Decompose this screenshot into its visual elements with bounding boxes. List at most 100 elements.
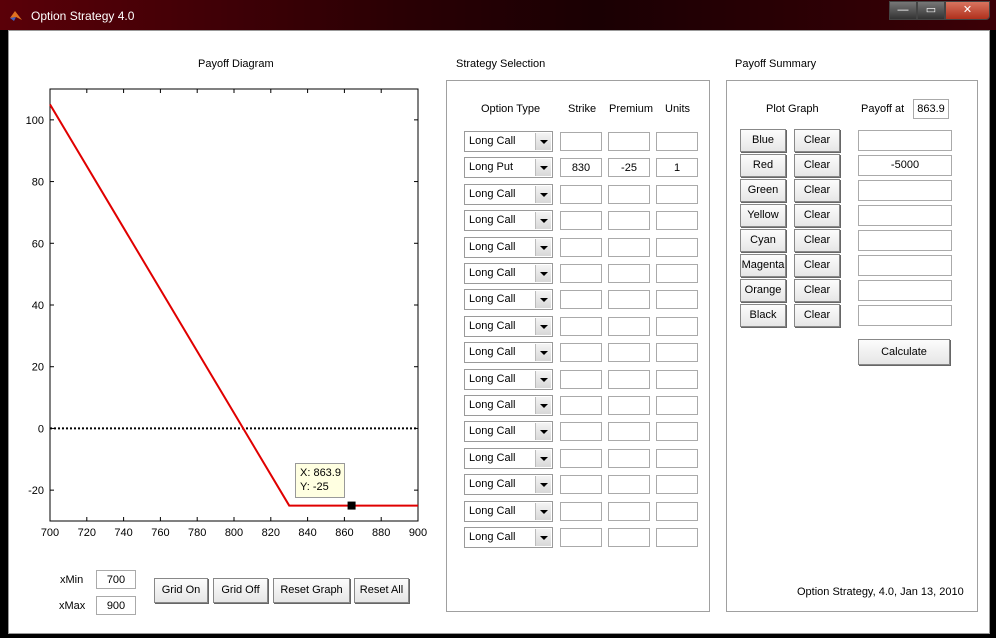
premium-input[interactable] bbox=[608, 132, 650, 151]
option-type-select[interactable]: Long Call bbox=[464, 395, 553, 416]
premium-input[interactable] bbox=[608, 528, 650, 547]
strike-input[interactable] bbox=[560, 528, 602, 547]
option-type-select[interactable]: Long Put bbox=[464, 157, 553, 179]
option-type-select[interactable]: Long Call bbox=[464, 368, 553, 390]
clear-cyan-button[interactable]: Clear bbox=[794, 229, 840, 252]
units-input[interactable] bbox=[656, 184, 698, 204]
dropdown-arrow-icon[interactable] bbox=[535, 317, 551, 335]
units-input[interactable] bbox=[656, 501, 698, 521]
premium-input[interactable] bbox=[608, 184, 650, 204]
units-input[interactable]: 1 bbox=[656, 158, 698, 178]
units-input[interactable] bbox=[656, 448, 698, 468]
units-input[interactable] bbox=[656, 211, 698, 231]
payoff-at-input[interactable]: 863.9 bbox=[913, 99, 949, 119]
clear-red-button[interactable]: Clear bbox=[794, 154, 840, 177]
clear-black-button[interactable]: Clear bbox=[794, 304, 840, 327]
dropdown-arrow-icon[interactable] bbox=[535, 370, 551, 388]
strike-input[interactable]: 830 bbox=[560, 158, 602, 178]
clear-blue-button[interactable]: Clear bbox=[794, 129, 840, 152]
units-input[interactable] bbox=[656, 528, 698, 547]
strike-input[interactable] bbox=[560, 501, 602, 521]
clear-orange-button[interactable]: Clear bbox=[794, 279, 840, 302]
dropdown-arrow-icon[interactable] bbox=[535, 159, 551, 177]
plot-black-button[interactable]: Black bbox=[740, 304, 786, 327]
option-type-select[interactable]: Long Call bbox=[464, 447, 553, 469]
strike-input[interactable] bbox=[560, 290, 602, 310]
grid-on-button[interactable]: Grid On bbox=[154, 578, 208, 603]
premium-input[interactable] bbox=[608, 237, 650, 257]
strike-input[interactable] bbox=[560, 422, 602, 442]
premium-input[interactable] bbox=[608, 501, 650, 521]
premium-input[interactable] bbox=[608, 211, 650, 231]
premium-input[interactable] bbox=[608, 343, 650, 363]
strike-input[interactable] bbox=[560, 132, 602, 151]
premium-input[interactable] bbox=[608, 475, 650, 495]
calculate-button[interactable]: Calculate bbox=[858, 339, 950, 365]
payoff-chart[interactable]: 700 720 740 760 780 800 820 840 860 880 900 100 80 60… bbox=[9, 76, 439, 546]
reset-graph-button[interactable]: Reset Graph bbox=[273, 578, 350, 603]
grid-off-button[interactable]: Grid Off bbox=[213, 578, 268, 603]
option-type-select[interactable]: Long Call bbox=[464, 131, 553, 152]
dropdown-arrow-icon[interactable] bbox=[535, 185, 551, 203]
strike-input[interactable] bbox=[560, 184, 602, 204]
units-input[interactable] bbox=[656, 343, 698, 363]
units-input[interactable] bbox=[656, 396, 698, 415]
xmax-input[interactable]: 900 bbox=[96, 596, 136, 615]
dropdown-arrow-icon[interactable] bbox=[535, 291, 551, 309]
dropdown-arrow-icon[interactable] bbox=[535, 449, 551, 467]
clear-green-button[interactable]: Clear bbox=[794, 179, 840, 202]
units-input[interactable] bbox=[656, 132, 698, 151]
dropdown-arrow-icon[interactable] bbox=[535, 212, 551, 230]
plot-yellow-button[interactable]: Yellow bbox=[740, 204, 786, 227]
strike-input[interactable] bbox=[560, 316, 602, 336]
strike-input[interactable] bbox=[560, 475, 602, 495]
dropdown-arrow-icon[interactable] bbox=[535, 238, 551, 256]
plot-cyan-button[interactable]: Cyan bbox=[740, 229, 786, 252]
dropdown-arrow-icon[interactable] bbox=[535, 397, 551, 414]
strike-input[interactable] bbox=[560, 448, 602, 468]
strike-input[interactable] bbox=[560, 237, 602, 257]
plot-orange-button[interactable]: Orange bbox=[740, 279, 786, 302]
units-input[interactable] bbox=[656, 422, 698, 442]
premium-input[interactable] bbox=[608, 264, 650, 283]
clear-yellow-button[interactable]: Clear bbox=[794, 204, 840, 227]
dropdown-arrow-icon[interactable] bbox=[535, 423, 551, 441]
option-type-select[interactable]: Long Call bbox=[464, 183, 553, 205]
premium-input[interactable]: -25 bbox=[608, 158, 650, 178]
option-type-select[interactable]: Long Call bbox=[464, 210, 553, 232]
option-type-select[interactable]: Long Call bbox=[464, 315, 553, 337]
units-input[interactable] bbox=[656, 290, 698, 310]
option-type-select[interactable]: Long Call bbox=[464, 289, 553, 311]
maximize-button[interactable]: ▭ bbox=[917, 1, 945, 20]
premium-input[interactable] bbox=[608, 422, 650, 442]
clear-magenta-button[interactable]: Clear bbox=[794, 254, 840, 277]
option-type-select[interactable]: Long Call bbox=[464, 236, 553, 258]
option-type-select[interactable]: Long Call bbox=[464, 474, 553, 496]
strike-input[interactable] bbox=[560, 396, 602, 415]
premium-input[interactable] bbox=[608, 290, 650, 310]
strike-input[interactable] bbox=[560, 211, 602, 231]
xmin-input[interactable]: 700 bbox=[96, 570, 136, 589]
minimize-button[interactable]: — bbox=[889, 1, 917, 20]
dropdown-arrow-icon[interactable] bbox=[535, 502, 551, 520]
dropdown-arrow-icon[interactable] bbox=[535, 476, 551, 494]
strike-input[interactable] bbox=[560, 369, 602, 389]
option-type-select[interactable]: Long Call bbox=[464, 263, 553, 284]
strike-input[interactable] bbox=[560, 343, 602, 363]
plot-green-button[interactable]: Green bbox=[740, 179, 786, 202]
option-type-select[interactable]: Long Call bbox=[464, 527, 553, 548]
option-type-select[interactable]: Long Call bbox=[464, 421, 553, 443]
dropdown-arrow-icon[interactable] bbox=[535, 133, 551, 150]
close-button[interactable]: ✕ bbox=[945, 1, 990, 20]
units-input[interactable] bbox=[656, 237, 698, 257]
reset-all-button[interactable]: Reset All bbox=[354, 578, 409, 603]
premium-input[interactable] bbox=[608, 448, 650, 468]
dropdown-arrow-icon[interactable] bbox=[535, 529, 551, 546]
premium-input[interactable] bbox=[608, 396, 650, 415]
units-input[interactable] bbox=[656, 475, 698, 495]
plot-red-button[interactable]: Red bbox=[740, 154, 786, 177]
units-input[interactable] bbox=[656, 369, 698, 389]
plot-blue-button[interactable]: Blue bbox=[740, 129, 786, 152]
dropdown-arrow-icon[interactable] bbox=[535, 265, 551, 282]
plot-magenta-button[interactable]: Magenta bbox=[740, 254, 786, 277]
